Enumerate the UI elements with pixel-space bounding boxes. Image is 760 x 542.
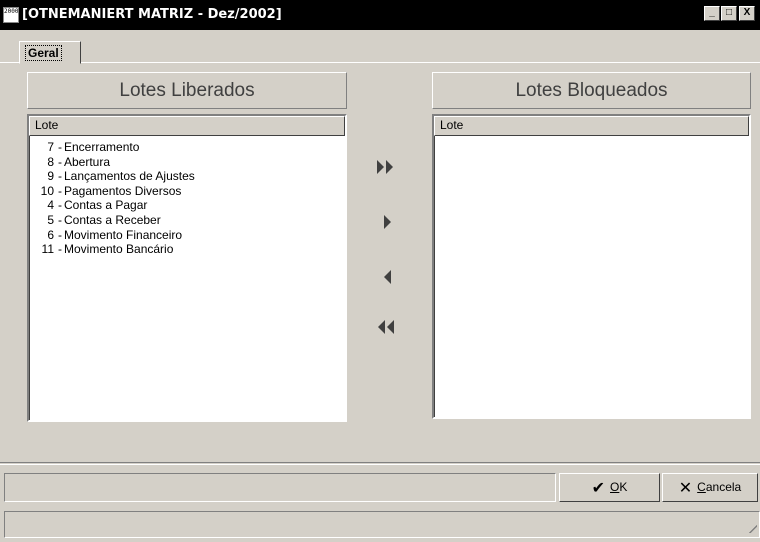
ok-mnemonic: O — [610, 480, 620, 494]
tab-strip-line — [0, 62, 760, 64]
list-item[interactable]: 11- Movimento Bancário — [29, 242, 345, 257]
x-icon: ✕ — [678, 480, 693, 497]
move-left-button[interactable] — [372, 262, 402, 292]
blocked-lots-title: Lotes Bloqueados — [432, 72, 751, 109]
lot-name: Contas a Pagar — [64, 198, 148, 213]
lot-number: 5 — [47, 212, 54, 227]
released-lots-list[interactable]: Lote 7- Encerramento 8- Abertura 9- Lançament… — [27, 114, 347, 422]
cancel-mnemonic: C — [697, 480, 706, 494]
lot-separator: - — [58, 154, 62, 169]
minimize-button[interactable]: _ — [704, 6, 720, 21]
list-item[interactable]: 10- Pagamentos Diversos — [29, 184, 345, 199]
arrow-right-icon — [384, 215, 391, 229]
lot-separator: - — [58, 227, 62, 242]
list-item[interactable]: 9- Lançamentos de Ajustes — [29, 169, 345, 184]
list-item[interactable]: 7- Encerramento — [29, 140, 345, 155]
lot-separator: - — [58, 140, 62, 154]
blocked-lots-list[interactable]: Lote — [432, 114, 751, 419]
close-button[interactable]: X — [739, 6, 755, 21]
status-bar — [4, 511, 760, 538]
lot-number: 6 — [47, 227, 54, 242]
double-arrow-right-icon — [377, 160, 393, 174]
lot-name: Movimento Bancário — [64, 242, 174, 257]
move-all-right-button[interactable] — [372, 152, 402, 182]
app-icon-text: 2000 — [4, 8, 19, 15]
message-field — [4, 473, 556, 502]
lot-number: 11 — [41, 242, 54, 257]
bottom-separator — [0, 462, 760, 465]
released-lots-items: 7- Encerramento 8- Abertura 9- Lançamentos de… — [29, 136, 345, 257]
lot-number: 7 — [47, 140, 54, 154]
cancel-button[interactable]: ✕ Cancela — [662, 473, 758, 502]
cancel-label-rest: ancela — [705, 480, 742, 494]
checkmark-icon: ✔ — [591, 480, 606, 497]
resize-grip[interactable] — [747, 523, 757, 533]
list-item[interactable]: 8- Abertura — [29, 155, 345, 170]
lot-name: Pagamentos Diversos — [64, 183, 182, 198]
released-lots-column-header[interactable]: Lote — [29, 116, 345, 136]
lot-separator: - — [58, 212, 62, 227]
arrow-left-icon — [384, 270, 391, 284]
lot-separator: - — [58, 183, 62, 198]
lot-separator: - — [58, 169, 62, 184]
tab-geral-label: Geral — [25, 45, 62, 61]
list-item[interactable]: 6- Movimento Financeiro — [29, 228, 345, 243]
window-title: [OTNEMANIERT MATRIZ - Dez/2002] — [22, 7, 282, 22]
lot-number: 4 — [47, 198, 54, 213]
tab-geral[interactable]: Geral — [19, 41, 81, 64]
app-icon[interactable]: 2000 — [3, 7, 19, 23]
lot-name: Lançamentos de Ajustes — [64, 169, 195, 184]
blocked-lots-column-header[interactable]: Lote — [434, 116, 749, 136]
lot-number: 10 — [40, 183, 54, 198]
ok-button[interactable]: ✔ OK — [559, 473, 660, 502]
released-lots-title: Lotes Liberados — [27, 72, 347, 109]
lot-separator: - — [58, 198, 62, 213]
lot-name: Movimento Financeiro — [64, 227, 183, 242]
ok-label-rest: K — [619, 480, 628, 494]
lot-number: 9 — [47, 169, 54, 184]
list-item[interactable]: 4- Contas a Pagar — [29, 198, 345, 213]
list-item[interactable]: 5- Contas a Receber — [29, 213, 345, 228]
lot-separator: - — [58, 242, 62, 257]
lot-number: 8 — [47, 154, 54, 169]
lot-name: Encerramento — [64, 140, 140, 154]
maximize-button[interactable]: □ — [721, 6, 737, 21]
blocked-lots-items — [434, 136, 749, 140]
double-arrow-left-icon — [378, 320, 394, 334]
move-right-button[interactable] — [372, 207, 402, 237]
lot-name: Abertura — [64, 154, 111, 169]
title-bar[interactable]: 2000 [OTNEMANIERT MATRIZ - Dez/2002] _ □… — [0, 0, 760, 30]
move-all-left-button[interactable] — [372, 312, 402, 342]
lot-name: Contas a Receber — [64, 212, 161, 227]
